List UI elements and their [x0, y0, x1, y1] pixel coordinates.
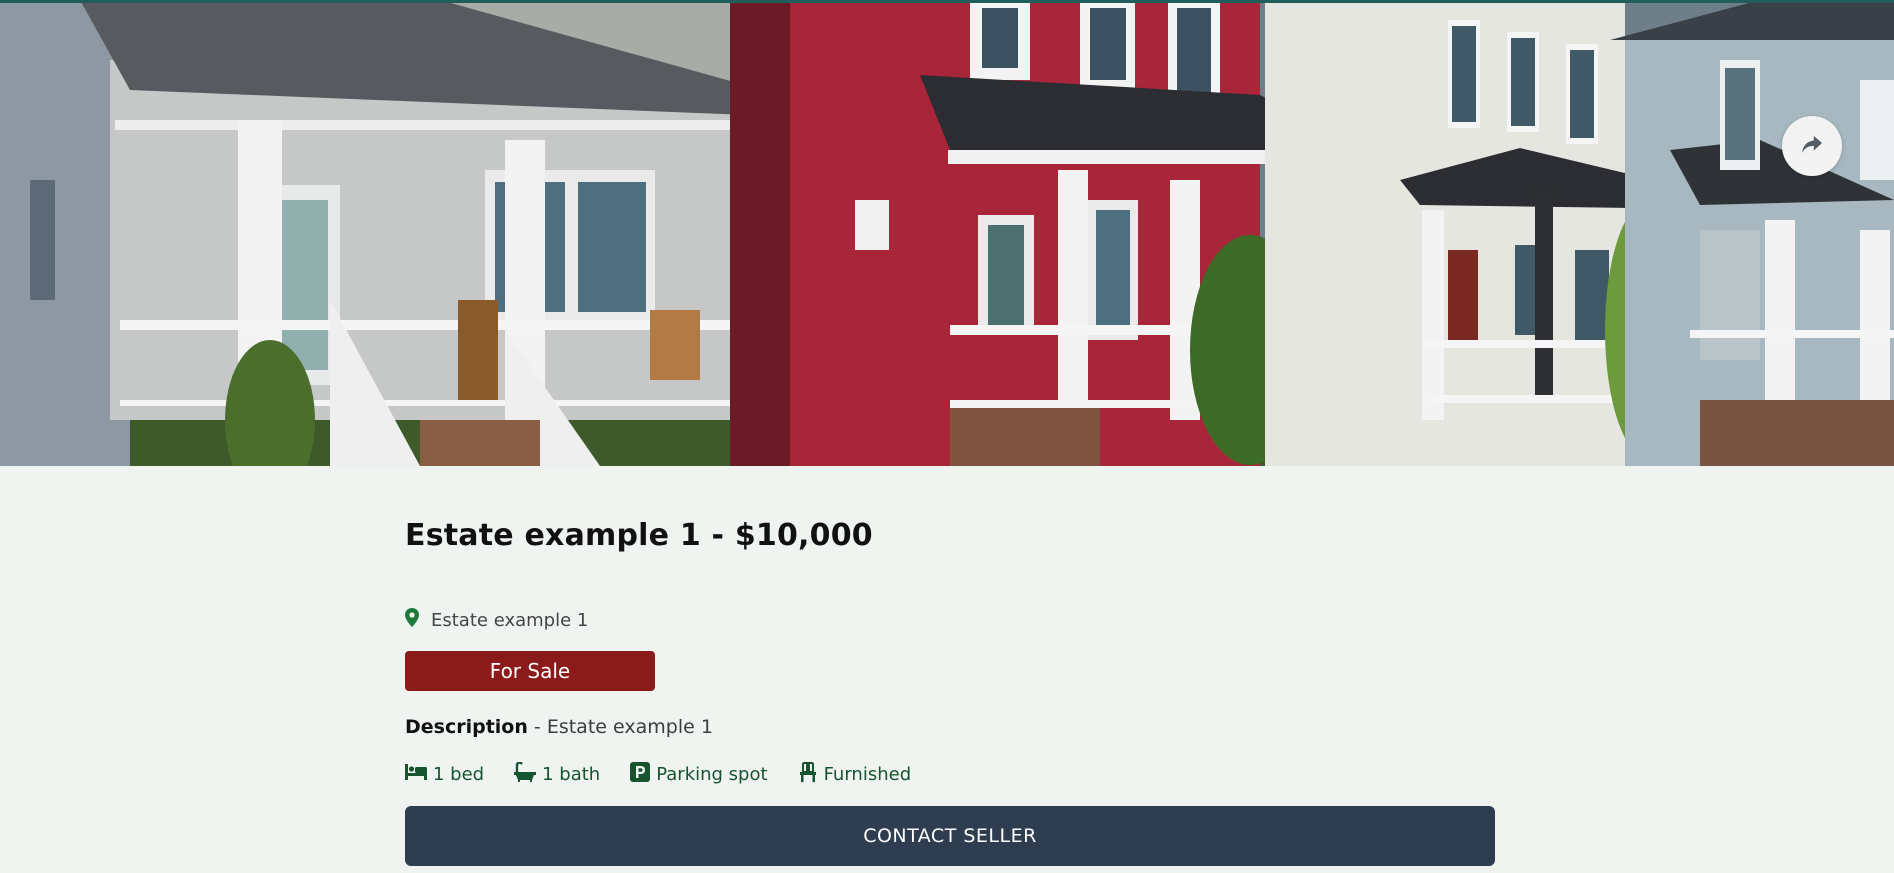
- share-button[interactable]: [1782, 116, 1842, 176]
- bed-icon: [405, 764, 427, 785]
- feature-parking-label: Parking spot: [656, 764, 768, 785]
- description-value: Estate example 1: [546, 716, 713, 738]
- feature-bath: 1 bath: [514, 761, 601, 787]
- map-pin-icon: [405, 608, 419, 632]
- feature-furnished: Furnished: [798, 762, 912, 787]
- status-badge: For Sale: [405, 651, 655, 691]
- location-text: Estate example 1: [431, 609, 589, 631]
- listing-title: Estate example 1 - $10,000: [405, 518, 873, 553]
- bath-icon: [514, 761, 537, 787]
- description-separator: -: [527, 716, 547, 738]
- feature-furnished-label: Furnished: [823, 764, 912, 785]
- share-arrow-icon: [1801, 135, 1823, 158]
- description-label: Description: [405, 716, 528, 738]
- listing-location: Estate example 1: [405, 608, 588, 632]
- property-hero-image: [0, 0, 1894, 466]
- contact-seller-button[interactable]: CONTACT SELLER: [405, 806, 1495, 866]
- feature-list: 1 bed 1 bath Parking spot Furnished: [405, 761, 912, 787]
- feature-bed: 1 bed: [405, 762, 484, 787]
- feature-bed-label: 1 bed: [433, 764, 485, 785]
- feature-parking: Parking spot: [630, 762, 768, 787]
- listing-description: Description - Estate example 1: [405, 716, 713, 738]
- feature-bath-label: 1 bath: [542, 764, 601, 785]
- chair-icon: [798, 762, 818, 787]
- top-accent-strip: [0, 0, 1894, 3]
- parking-icon: [630, 762, 651, 787]
